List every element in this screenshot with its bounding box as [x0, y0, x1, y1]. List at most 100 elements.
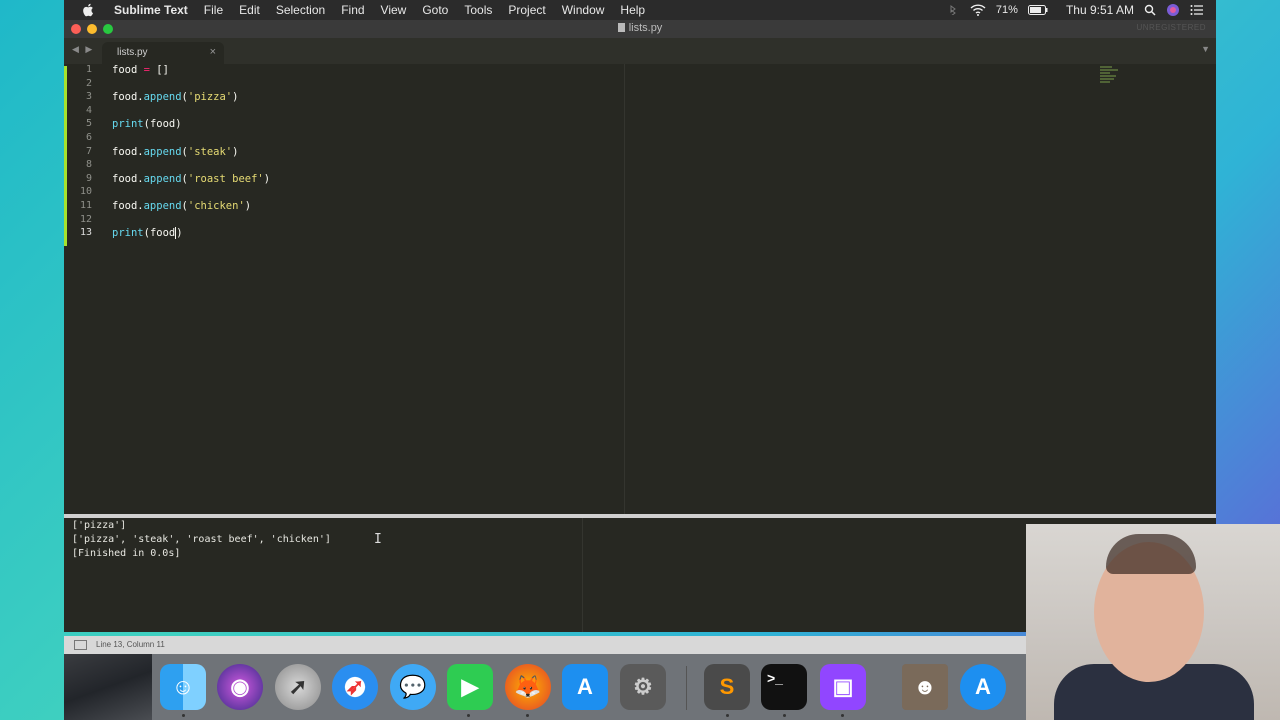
bluetooth-icon[interactable]	[946, 5, 960, 15]
window-title: lists.py	[64, 22, 1216, 34]
line-number: 4	[85, 104, 92, 116]
line-number: 11	[79, 200, 92, 211]
menu-project[interactable]: Project	[500, 0, 553, 20]
minimap[interactable]	[1100, 66, 1120, 88]
panel-toggle-icon[interactable]	[74, 640, 87, 650]
minimap-line	[1100, 69, 1118, 71]
code-token: )	[263, 172, 271, 185]
dock: ☺ ◉ ➚ ➶ 💬 ▶ 🦊 A ⚙ S >_ ▣ ☻ A	[64, 654, 1026, 720]
terminal-icon[interactable]: >_	[761, 664, 807, 710]
code-token: print	[112, 118, 144, 131]
tab-nav-arrows-icon[interactable]: ◀ ▶	[72, 44, 94, 55]
code-line: food.append('steak')	[112, 146, 238, 159]
code-token: food.	[112, 91, 144, 104]
menu-window[interactable]: Window	[554, 0, 613, 20]
console-line: [Finished in 0.0s]	[72, 548, 181, 559]
apple-icon[interactable]	[82, 3, 94, 17]
menu-goto[interactable]: Goto	[414, 0, 456, 20]
code-token: food.	[112, 200, 144, 212]
battery-icon[interactable]	[1027, 5, 1048, 15]
tab-lists-py[interactable]: lists.py ×	[102, 42, 224, 64]
running-indicator	[783, 714, 786, 717]
tab-bar: ◀ ▶ lists.py × ▼	[64, 38, 1216, 64]
code-token: []	[156, 64, 169, 76]
facetime-icon[interactable]: ▶	[447, 664, 493, 710]
siri-icon[interactable]	[1166, 3, 1180, 17]
status-bar: Line 13, Column 11	[64, 636, 1026, 654]
sublime-text-icon[interactable]: S	[704, 664, 750, 710]
close-tab-icon[interactable]: ×	[210, 46, 216, 58]
search-icon[interactable]	[1144, 4, 1156, 16]
menu-app-name[interactable]: Sublime Text	[106, 0, 196, 20]
line-number: 10	[79, 186, 92, 198]
menu-file[interactable]: File	[196, 0, 231, 20]
menu-selection[interactable]: Selection	[268, 0, 333, 20]
console-ruler	[582, 518, 583, 632]
minimap-line	[1100, 78, 1114, 80]
code-line: food = []	[112, 64, 169, 77]
tab-menu-icon[interactable]: ▼	[1201, 44, 1210, 54]
siri-icon[interactable]: ◉	[217, 664, 263, 710]
running-indicator	[182, 714, 185, 717]
system-preferences-icon[interactable]: ⚙	[620, 664, 666, 710]
menu-find[interactable]: Find	[333, 0, 372, 20]
messages-icon[interactable]: 💬	[390, 664, 436, 710]
code-token: append	[143, 145, 182, 158]
minimap-line	[1100, 72, 1110, 74]
tab-label: lists.py	[117, 47, 148, 58]
menu-help[interactable]: Help	[612, 0, 653, 20]
code-line: print(food)	[112, 227, 183, 240]
unregistered-label: UNREGISTERED	[1136, 23, 1206, 32]
wifi-icon[interactable]	[970, 4, 986, 16]
app-store-connect-icon[interactable]: A	[960, 664, 1006, 710]
menu-view[interactable]: View	[373, 0, 415, 20]
code-token: food	[149, 227, 176, 240]
code-token: )	[232, 91, 239, 104]
running-indicator	[467, 714, 470, 717]
code-token: 'steak'	[187, 145, 233, 158]
battery-percent: 71%	[995, 4, 1018, 16]
window-title-text: lists.py	[628, 22, 663, 34]
line-number: 6	[85, 132, 92, 143]
code-area[interactable]: food = [] food.append('pizza') print(foo…	[112, 64, 270, 240]
photo-icon[interactable]: ☻	[902, 664, 948, 710]
console-line: ['pizza']	[72, 520, 127, 531]
code-token: append	[143, 91, 182, 104]
webcam-person-hair	[1106, 534, 1196, 574]
firefox-icon[interactable]: 🦊	[505, 664, 551, 710]
safari-icon[interactable]: ➶	[332, 664, 378, 710]
line-number: 3	[85, 91, 92, 103]
code-token: food	[149, 118, 176, 131]
desktop-strip	[64, 654, 152, 720]
menu-bar: Sublime Text File Edit Selection Find Vi…	[64, 0, 1216, 20]
line-number: 7	[85, 145, 92, 157]
menu-tools[interactable]: Tools	[456, 0, 500, 20]
running-indicator	[526, 714, 529, 717]
line-number: 2	[85, 77, 92, 89]
finder-icon[interactable]: ☺	[160, 664, 206, 710]
ibeam-cursor-icon: I	[374, 532, 382, 547]
code-token: 'chicken'	[187, 200, 245, 212]
code-token: print	[112, 227, 144, 240]
minimap-line	[1100, 75, 1116, 77]
running-indicator	[726, 714, 729, 717]
menu-edit[interactable]: Edit	[231, 0, 268, 20]
clock[interactable]: Thu 9:51 AM	[1066, 3, 1134, 17]
code-token: 'roast beef'	[187, 172, 264, 185]
code-line: food.append('roast beef')	[112, 173, 270, 186]
line-number: 13	[79, 227, 92, 239]
notification-center-icon[interactable]	[1190, 4, 1204, 16]
app-store-icon[interactable]: A	[562, 664, 608, 710]
file-icon	[617, 23, 625, 32]
code-line: food.append('chicken')	[112, 200, 251, 213]
menu-extras: 71% Thu 9:51 AM	[946, 3, 1216, 17]
line-number: 9	[85, 172, 92, 184]
code-token: append	[143, 172, 182, 185]
editor-pane[interactable]: 1 2 3 4 5 6 7 8 9 10 11 12 13 food = [] …	[64, 64, 1216, 514]
code-token: =	[137, 64, 157, 76]
code-line: print(food)	[112, 118, 182, 131]
twitch-icon[interactable]: ▣	[820, 664, 866, 710]
column-ruler	[624, 64, 625, 514]
launchpad-icon[interactable]: ➚	[275, 664, 321, 710]
line-number: 5	[85, 118, 92, 130]
